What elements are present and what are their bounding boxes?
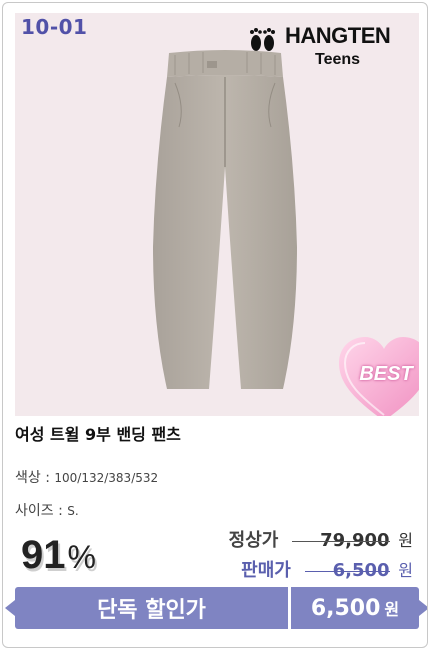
- size-row: 사이즈 : S.: [15, 500, 79, 520]
- discount-unit: %: [67, 539, 96, 575]
- regular-price-row: 정상가 79,900 원: [229, 526, 413, 552]
- exclusive-price-value: 6,500 원: [291, 587, 419, 629]
- product-card[interactable]: 10-01 HANGTEN Teens BEST 여성 트윌 9부 밴딩 팬츠 …: [2, 2, 428, 648]
- discount-rate: 91%: [21, 533, 96, 578]
- product-title[interactable]: 여성 트윌 9부 밴딩 팬츠: [15, 421, 181, 445]
- brand-sub: Teens: [315, 51, 361, 68]
- regular-price: 79,900: [292, 530, 389, 551]
- bar-notch-left: [5, 600, 15, 616]
- regular-price-label: 정상가: [228, 530, 279, 551]
- sale-price: 6,500: [305, 560, 390, 581]
- product-image[interactable]: 10-01 HANGTEN Teens BEST: [15, 13, 419, 416]
- pants-illustration: [153, 50, 297, 389]
- regular-currency: 원: [398, 531, 413, 550]
- sale-price-label: 판매가: [241, 560, 291, 581]
- exclusive-currency: 원: [384, 600, 400, 619]
- exclusive-price-button[interactable]: 단독 할인가 6,500 원: [5, 587, 427, 629]
- brand-name: HANGTEN: [285, 23, 391, 48]
- size-label: 사이즈 :: [15, 503, 63, 519]
- color-label: 색상 :: [15, 470, 50, 486]
- best-badge: BEST: [359, 363, 413, 385]
- exclusive-price-label: 단독 할인가: [97, 598, 206, 623]
- product-code: 10-01: [21, 15, 88, 39]
- exclusive-price: 6,500: [310, 595, 381, 621]
- sale-price-row: 판매가 6,500 원: [241, 556, 413, 582]
- color-row: 색상 : 100/132/383/532: [15, 467, 158, 487]
- size-value: S.: [67, 504, 79, 518]
- color-value: 100/132/383/532: [54, 471, 159, 485]
- sale-currency: 원: [398, 561, 413, 580]
- bar-notch-right: [419, 600, 427, 616]
- discount-value: 91: [21, 533, 66, 577]
